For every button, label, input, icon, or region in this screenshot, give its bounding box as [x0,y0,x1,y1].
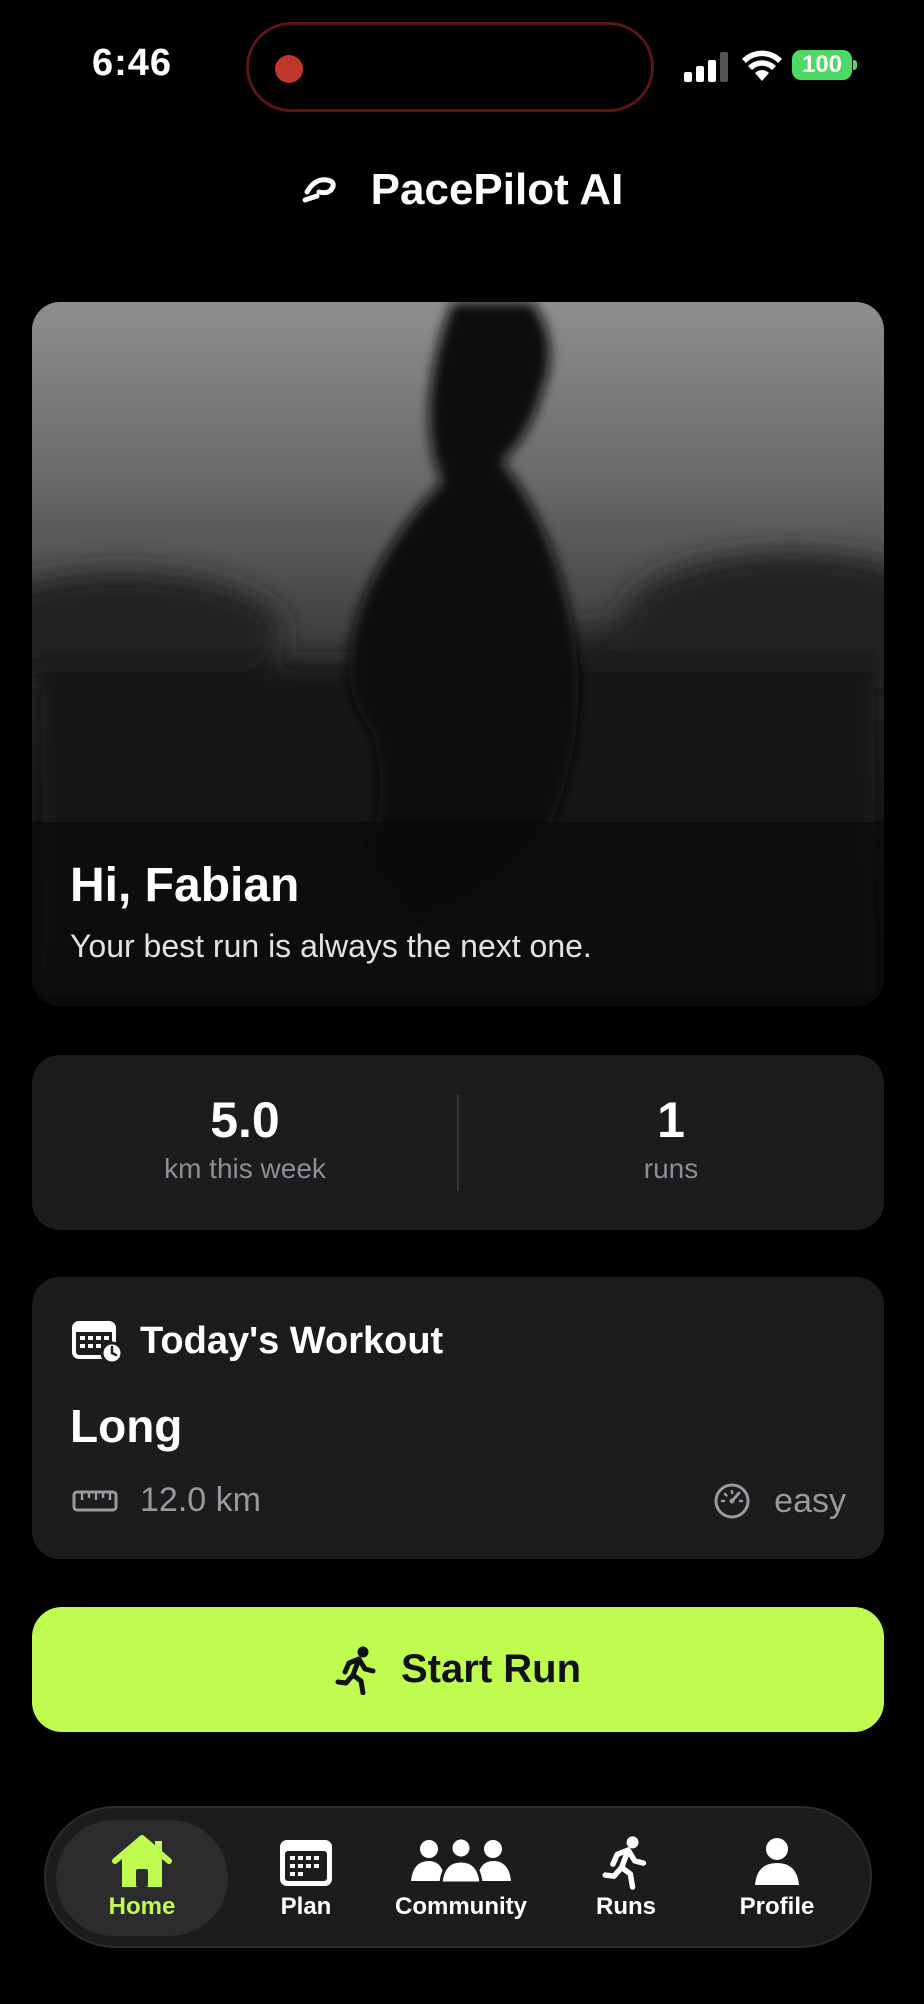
workout-header: Today's Workout [72,1319,443,1363]
runner-icon [335,1646,376,1695]
app-logo-icon [302,177,336,203]
dynamic-island [246,22,654,112]
person-icon [755,1838,799,1885]
tab-plan-label: Plan [280,1893,332,1920]
tab-community[interactable]: Community [386,1820,536,1936]
stat-runs-label: runs [643,1153,699,1184]
tab-profile[interactable]: Profile [722,1820,832,1936]
tab-community-label: Community [395,1893,527,1920]
workout-distance: 12.0 km [72,1481,261,1520]
stat-runs: 1 runs [458,1091,884,1185]
stat-distance-label: km this week [164,1153,326,1184]
ruler-icon [72,1490,118,1511]
status-bar: 6:46 100 [0,0,924,130]
calendar-clock-icon [72,1321,122,1363]
workout-name: Long [70,1400,183,1452]
calendar-icon [280,1840,332,1886]
hero-card: Hi, Fabian Your best run is always the n… [32,302,884,1006]
recording-indicator [275,55,303,83]
cellular-signal-icon [684,52,728,82]
todays-workout-card[interactable]: Today's Workout Long 12.0 km easy [32,1277,884,1559]
people-icon [411,1837,511,1885]
tab-runs-label: Runs [596,1893,656,1920]
greeting-text: Hi, Fabian [70,859,300,912]
start-run-label: Start Run [401,1647,581,1691]
runner-icon [602,1836,647,1890]
house-icon [112,1835,172,1887]
battery-indicator: 100 [792,50,852,80]
stat-runs-value: 1 [657,1092,685,1148]
app-title: PacePilot AI [370,165,624,214]
workout-intensity-value: easy [774,1481,846,1520]
stat-distance-value: 5.0 [210,1092,280,1148]
wifi-icon [742,50,782,81]
battery-tip [853,60,857,70]
status-time: 6:46 [92,42,173,84]
tagline-text: Your best run is always the next one. [70,928,592,964]
tab-profile-label: Profile [739,1893,815,1920]
stat-distance: 5.0 km this week [32,1091,458,1185]
app-header: PacePilot AI [0,150,924,230]
tab-home-label: Home [108,1893,176,1920]
tab-plan[interactable]: Plan [256,1820,356,1936]
start-run-button[interactable]: Start Run [32,1607,884,1732]
weekly-stats-card: 5.0 km this week 1 runs [32,1055,884,1230]
speedometer-icon [714,1483,750,1519]
workout-heading: Today's Workout [140,1319,444,1362]
workout-intensity: easy [712,1481,846,1521]
tab-home[interactable]: Home [56,1820,228,1936]
workout-distance-value: 12.0 km [140,1481,261,1519]
tab-runs[interactable]: Runs [576,1820,676,1936]
bottom-tab-bar: Home Plan Community Runs Profile [44,1806,872,1948]
